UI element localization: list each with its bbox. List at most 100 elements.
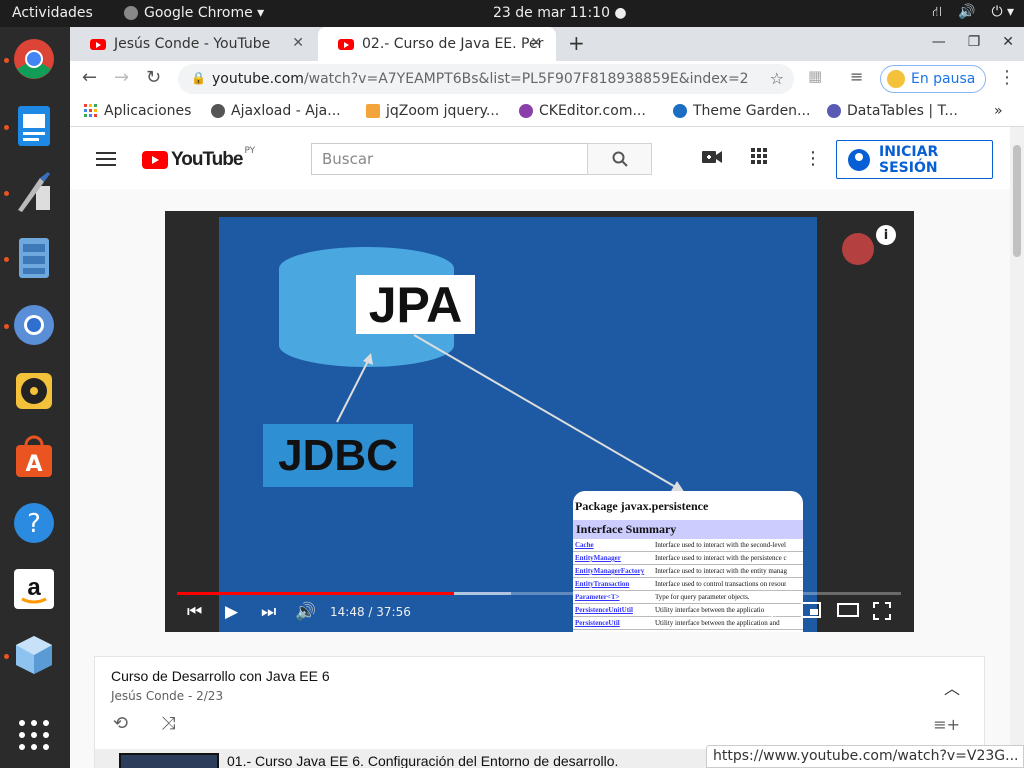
loop-icon[interactable]: ⟲ — [113, 713, 128, 734]
apps-grid-icon[interactable] — [11, 712, 57, 758]
row-desc: Interface used to control transactions o… — [655, 580, 787, 588]
virtualbox-icon[interactable] — [11, 632, 57, 678]
bookmark-ckeditor[interactable]: CKEditor.com... — [519, 103, 646, 119]
profile-label: En pausa — [911, 71, 976, 87]
create-video-icon[interactable] — [702, 148, 722, 169]
media-queue-icon[interactable]: ≡ — [850, 67, 863, 86]
close-window-icon[interactable]: ✕ — [1002, 34, 1014, 50]
volume-icon[interactable]: 🔊 — [958, 4, 975, 22]
back-icon[interactable]: ← — [82, 67, 97, 88]
tab-java-ee[interactable]: 02.- Curso de Java EE. Per ✕ — [318, 27, 556, 61]
activities-button[interactable]: Actividades — [12, 5, 93, 21]
theater-mode-icon[interactable] — [837, 602, 859, 622]
settings-hd-icon[interactable]: ⚙ — [765, 602, 779, 621]
apps-grid-icon — [84, 104, 97, 117]
settings-kebab-icon[interactable]: ⋮ — [804, 148, 822, 169]
row-name: EntityManager — [575, 554, 621, 562]
running-indicator — [4, 58, 9, 63]
hamburger-menu-icon[interactable] — [96, 152, 116, 170]
svg-text:A: A — [25, 452, 42, 477]
tab-title: 02.- Curso de Java EE. Per — [362, 36, 544, 52]
scrollbar-thumb[interactable] — [1013, 145, 1021, 257]
new-tab-icon[interactable]: + — [568, 31, 585, 55]
bookmarks-overflow[interactable]: » — [994, 103, 1003, 119]
file-cabinet-icon[interactable] — [11, 235, 57, 281]
play-icon[interactable]: ▶ — [225, 602, 238, 622]
clock[interactable]: 23 de mar 11:10 ● — [493, 5, 627, 21]
reload-icon[interactable]: ↻ — [146, 67, 161, 88]
bookmark-label: Ajaxload - Aja... — [231, 103, 341, 119]
url-path: /watch?v=A7YEAMPT6Bs&list=PL5F907F818938… — [303, 71, 749, 87]
channel-watermark-icon[interactable] — [842, 233, 874, 265]
package-title: Package javax.persistence — [575, 499, 709, 513]
previous-icon[interactable]: ⏮ — [187, 602, 202, 622]
playlist-author[interactable]: Jesús Conde — [111, 689, 184, 703]
network-icon[interactable]: ⛙ — [932, 4, 942, 22]
search-input[interactable]: Buscar — [311, 143, 588, 175]
progress-played — [177, 592, 454, 595]
bookmark-apps[interactable]: Aplicaciones — [84, 103, 191, 119]
power-icon[interactable]: ⏻ ▾ — [991, 4, 1014, 22]
playlist-position: - 2/23 — [184, 689, 224, 703]
address-bar[interactable]: 🔒 youtube.com/watch?v=A7YEAMPT6Bs&list=P… — [178, 64, 794, 94]
running-indicator — [4, 654, 9, 659]
rhythmbox-icon[interactable] — [11, 368, 57, 414]
amazon-icon[interactable]: a — [11, 566, 57, 612]
chromium-icon[interactable] — [11, 302, 57, 348]
minimize-icon[interactable]: — — [932, 34, 946, 50]
close-tab-icon[interactable]: ✕ — [292, 35, 304, 51]
running-indicator — [4, 125, 9, 130]
chrome-icon[interactable] — [11, 36, 57, 82]
video-player[interactable]: JPA JDBC Package javax.persistence Inter… — [165, 211, 914, 632]
paint-icon[interactable] — [11, 169, 57, 215]
shuffle-icon[interactable]: ⤨ — [161, 713, 175, 734]
software-center-icon[interactable]: A — [11, 434, 57, 480]
apps-grid-icon[interactable] — [751, 148, 767, 169]
bookmark-ajaxload[interactable]: Ajaxload - Aja... — [211, 103, 341, 119]
row-desc: Utility interface between the applicatio… — [655, 619, 780, 627]
close-tab-icon[interactable]: ✕ — [530, 35, 542, 51]
miniplayer-icon[interactable] — [801, 602, 821, 623]
playlist-title[interactable]: Curso de Desarrollo con Java EE 6 — [111, 668, 330, 684]
bookmark-label: jqZoom jquery... — [386, 103, 500, 119]
running-indicator — [4, 257, 9, 262]
extension-icon[interactable]: ▦ — [808, 67, 822, 85]
info-icon[interactable]: i — [876, 225, 896, 245]
next-icon[interactable]: ⏭ — [261, 602, 276, 622]
tab-jesus-conde[interactable]: Jesús Conde - YouTube ✕ — [70, 27, 318, 61]
app-menu[interactable]: Google Chrome ▾ — [124, 5, 264, 21]
bookmark-label: Theme Garden... — [693, 103, 811, 119]
bookmark-label: Aplicaciones — [104, 103, 192, 119]
volume-icon[interactable]: 🔊 — [295, 602, 316, 622]
running-indicator — [4, 191, 9, 196]
document-viewer-icon[interactable] — [11, 103, 57, 149]
tab-title: Jesús Conde - YouTube — [114, 36, 271, 52]
account-icon — [848, 149, 870, 171]
chevron-up-icon[interactable]: ︿ — [944, 675, 960, 699]
bookmark-theme-garden[interactable]: Theme Garden... — [673, 103, 810, 119]
help-icon[interactable]: ? — [11, 500, 57, 546]
region-code: PY — [244, 146, 256, 156]
youtube-header: YouTube PY Buscar ⋮ INICIAR SESIÓN — [70, 127, 1010, 189]
forward-icon[interactable]: → — [114, 67, 129, 88]
restore-icon[interactable]: ❐ — [968, 34, 981, 50]
video-frame: JPA JDBC Package javax.persistence Inter… — [219, 217, 817, 632]
search-button[interactable] — [587, 143, 652, 175]
lock-icon: 🔒 — [191, 71, 206, 85]
progress-bar[interactable] — [177, 592, 901, 595]
page-scrollbar[interactable] — [1010, 127, 1024, 768]
bookmark-star-icon[interactable]: ☆ — [770, 69, 784, 88]
profile-button[interactable]: En pausa — [880, 65, 987, 93]
playlist-item-title: 01.- Curso Java EE 6. Configuración del … — [227, 753, 619, 768]
bookmark-jqzoom[interactable]: jqZoom jquery... — [366, 103, 499, 119]
system-top-bar: Actividades Google Chrome ▾ 23 de mar 11… — [0, 0, 1024, 27]
youtube-logo[interactable]: YouTube PY — [142, 146, 256, 171]
row-name: Cache — [575, 541, 594, 549]
fullscreen-icon[interactable] — [873, 602, 891, 625]
system-tray[interactable]: ⛙ 🔊 ⏻ ▾ — [932, 4, 1014, 22]
menu-kebab-icon[interactable]: ⋮ — [998, 67, 1016, 88]
add-to-queue-icon[interactable]: ≡+ — [933, 715, 960, 734]
signin-button[interactable]: INICIAR SESIÓN — [836, 140, 993, 179]
bookmark-datatables[interactable]: DataTables | T... — [827, 103, 958, 119]
svg-text:?: ? — [27, 509, 41, 539]
